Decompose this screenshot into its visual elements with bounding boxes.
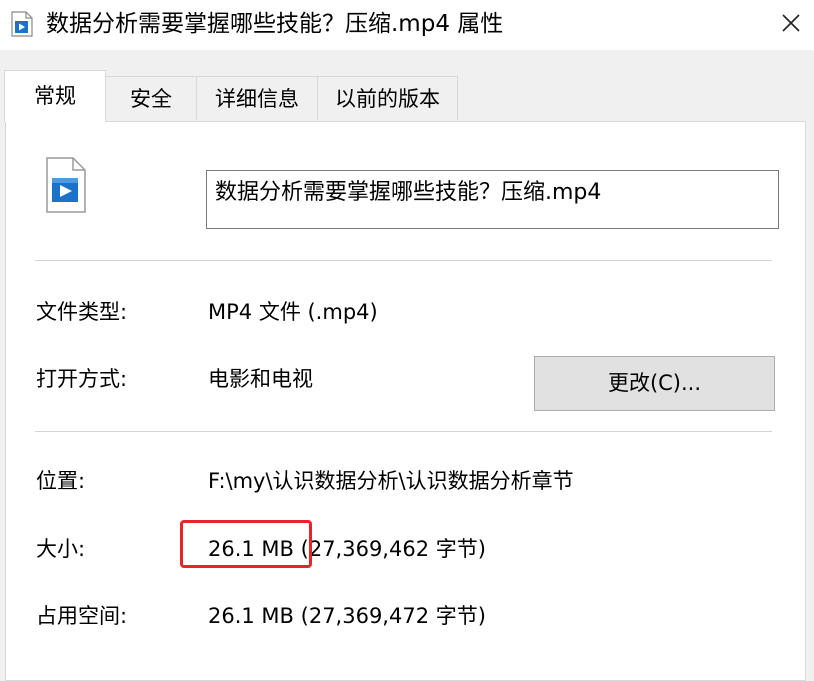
location-value: F:\my\认识数据分析\认识数据分析章节 [208, 469, 574, 493]
location-label: 位置: [36, 469, 86, 493]
divider [35, 431, 772, 432]
tab-security[interactable]: 安全 [105, 76, 197, 120]
file-type-label: 文件类型: [36, 300, 128, 324]
file-name-field[interactable]: 数据分析需要掌握哪些技能？压缩.mp4 [206, 170, 779, 229]
close-icon [782, 14, 800, 32]
open-with-value: 电影和电视 [208, 367, 313, 391]
title-bar: 数据分析需要掌握哪些技能？压缩.mp4 属性 [0, 0, 814, 50]
video-file-icon [11, 11, 33, 37]
close-button[interactable] [768, 0, 814, 46]
tab-previous-versions[interactable]: 以前的版本 [317, 76, 458, 120]
file-type-value: MP4 文件 (.mp4) [208, 300, 378, 324]
size-label: 大小: [36, 537, 86, 561]
change-button[interactable]: 更改(C)... [534, 356, 775, 411]
tab-general[interactable]: 常规 [4, 70, 106, 122]
video-file-icon [46, 157, 86, 213]
open-with-label: 打开方式: [36, 367, 128, 391]
window-title: 数据分析需要掌握哪些技能？压缩.mp4 属性 [46, 11, 504, 37]
highlight-box [180, 520, 312, 568]
tab-strip: 常规 安全 详细信息 以前的版本 [0, 70, 814, 122]
divider [35, 260, 772, 261]
size-on-disk-label: 占用空间: [36, 604, 128, 628]
size-on-disk-value: 26.1 MB (27,369,472 字节) [208, 604, 486, 628]
tab-details[interactable]: 详细信息 [196, 76, 318, 120]
